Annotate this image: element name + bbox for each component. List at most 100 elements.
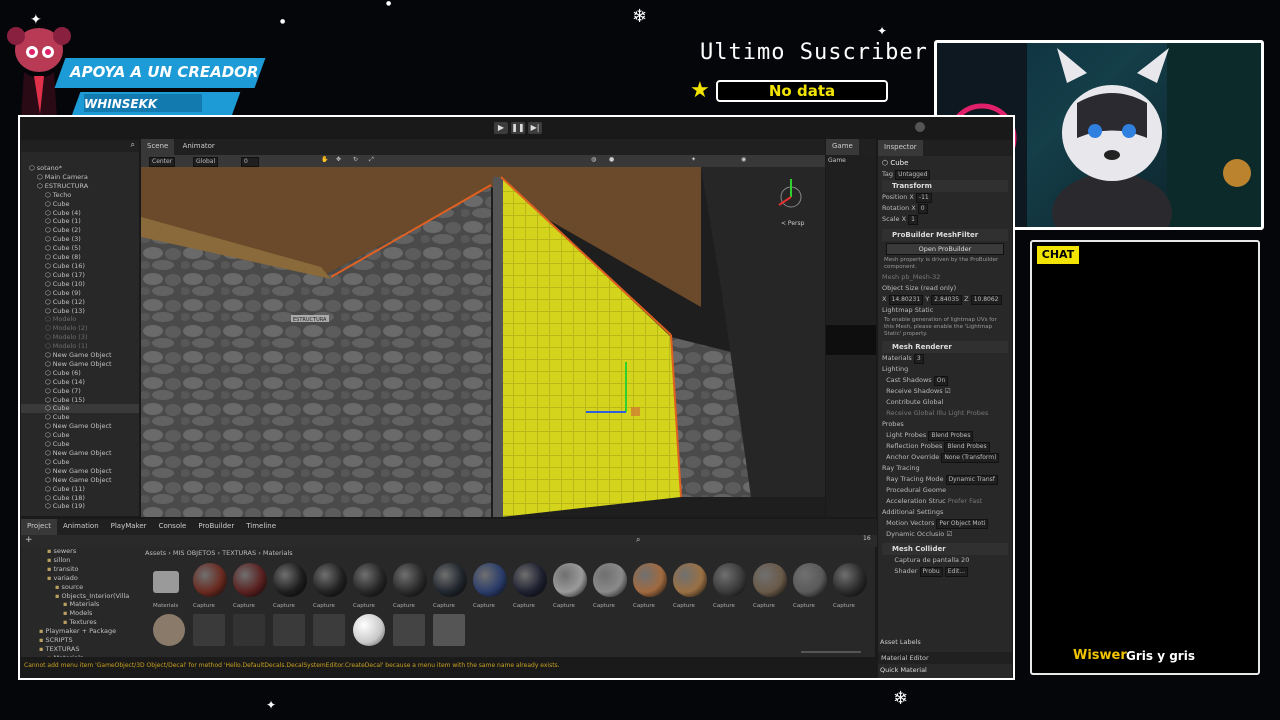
material-asset[interactable]: Capture xyxy=(391,563,429,613)
project-folder[interactable]: ▪ variado xyxy=(21,574,139,583)
tab-inspector[interactable]: Inspector xyxy=(878,140,923,156)
persp-label[interactable]: < Persp xyxy=(781,220,805,227)
transform-header[interactable]: Transform xyxy=(882,180,1008,192)
open-probuilder-button[interactable]: Open ProBuilder xyxy=(886,243,1004,255)
hierarchy-item[interactable]: ⬡ Cube (18) xyxy=(21,494,139,503)
hierarchy-item[interactable]: ⬡ Cube xyxy=(21,440,139,449)
hierarchy-item[interactable]: ⬡ Cube (3) xyxy=(21,235,139,244)
hierarchy-item[interactable]: ⬡ Cube (6) xyxy=(21,369,139,378)
checkbox-icon[interactable]: ☑ xyxy=(945,387,951,395)
status-message[interactable]: Cannot add menu item 'GameObject/3D Obje… xyxy=(24,662,560,669)
hierarchy-item[interactable]: ⬡ Cube (9) xyxy=(21,289,139,298)
hierarchy-item[interactable]: ⬡ Cube xyxy=(21,200,139,209)
hierarchy-item[interactable]: ⬡ Cube xyxy=(21,404,139,414)
material-asset[interactable]: Capture xyxy=(791,563,829,613)
meshfilter-header[interactable]: ProBuilder MeshFilter xyxy=(882,229,1008,241)
material-asset[interactable]: Capture xyxy=(831,563,869,613)
hierarchy-item[interactable]: ⬡ Cube (5) xyxy=(21,244,139,253)
step-button[interactable]: ▶| xyxy=(528,122,542,134)
project-folder[interactable]: ▪ Objects_Interior(Villa xyxy=(21,592,139,601)
material-asset[interactable]: Capture xyxy=(191,563,229,613)
hierarchy-item[interactable]: ⬡ Cube (16) xyxy=(21,262,139,271)
tab-game[interactable]: Game xyxy=(826,139,859,155)
project-folder[interactable]: ▪ Textures xyxy=(21,618,139,627)
hierarchy-item[interactable]: ⬡ Cube (17) xyxy=(21,271,139,280)
material-asset[interactable]: Capture xyxy=(711,563,749,613)
hierarchy-item[interactable]: ⬡ Cube (12) xyxy=(21,298,139,307)
tab-animator[interactable]: Animator xyxy=(177,139,221,155)
hierarchy-item[interactable]: ⬡ Main Camera xyxy=(21,173,139,182)
material-editor-tab[interactable]: Material Editor xyxy=(878,652,1012,664)
texture-asset[interactable] xyxy=(353,614,385,646)
light-probes-dropdown[interactable]: Blend Probes xyxy=(928,431,974,441)
hierarchy-item[interactable]: ⬡ New Game Object xyxy=(21,360,139,369)
move-tool-icon[interactable]: ✥ xyxy=(336,156,341,163)
ray-tracing-label[interactable]: Ray Tracing xyxy=(882,464,920,472)
ray-tracing-mode-dropdown[interactable]: Dynamic Transf xyxy=(945,475,998,485)
game-display-label[interactable]: Game xyxy=(828,157,846,164)
hierarchy-item[interactable]: ⬡ Cube (4) xyxy=(21,209,139,218)
hierarchy-item[interactable]: ⬡ Cube xyxy=(21,413,139,422)
material-asset[interactable]: Capture xyxy=(671,563,709,613)
hierarchy-item[interactable]: ⬡ Cube xyxy=(21,458,139,467)
hierarchy-item[interactable]: ⬡ New Game Object xyxy=(21,476,139,485)
search-icon[interactable]: ⌕ xyxy=(131,140,135,150)
project-folder[interactable]: ▪ TEXTURAS xyxy=(21,645,139,654)
texture-asset[interactable] xyxy=(273,614,305,646)
material-asset[interactable]: Capture xyxy=(631,563,669,613)
hierarchy-item[interactable]: ⬡ Cube (19) xyxy=(21,502,139,511)
quick-material-label[interactable]: Quick Material xyxy=(880,666,927,674)
texture-asset[interactable] xyxy=(313,614,345,646)
add-icon[interactable]: + xyxy=(25,535,33,545)
scene-viewport[interactable]: ESTRUCTURA < Persp xyxy=(141,167,825,517)
cloud-icon[interactable] xyxy=(915,122,925,132)
project-folder[interactable]: ▪ Playmaker + Package xyxy=(21,627,139,636)
rotate-tool-icon[interactable]: ↻ xyxy=(353,156,358,163)
play-button[interactable]: ▶ xyxy=(494,122,508,134)
hierarchy-item[interactable]: ⬡ sotano* xyxy=(21,164,139,173)
materials-count[interactable]: 3 xyxy=(913,354,924,364)
project-folder[interactable]: ▪ sewers xyxy=(21,547,139,556)
tab-animation[interactable]: Animation xyxy=(57,519,105,535)
probes-label[interactable]: Probes xyxy=(882,420,904,428)
project-folder[interactable]: ▪ sillon xyxy=(21,556,139,565)
materials-label[interactable]: Materials xyxy=(882,354,912,362)
hierarchy-item[interactable]: ⬡ Modelo (3) xyxy=(21,333,139,342)
mesh-collider-header[interactable]: Mesh Collider xyxy=(882,543,1008,555)
scale-tool-icon[interactable]: ⤢ xyxy=(369,156,374,164)
tab-project[interactable]: Project xyxy=(21,519,57,535)
checkbox-icon[interactable]: ☑ xyxy=(946,530,952,538)
pause-button[interactable]: ❚❚ xyxy=(511,122,525,134)
hierarchy-item[interactable]: ⬡ Cube (2) xyxy=(21,226,139,235)
texture-asset[interactable] xyxy=(233,614,265,646)
motion-vectors-dropdown[interactable]: Per Object Moti xyxy=(936,519,989,529)
grid-value[interactable]: 0 xyxy=(241,157,259,167)
reflection-probes-dropdown[interactable]: Blend Probes xyxy=(944,442,990,452)
material-asset[interactable]: Capture xyxy=(431,563,469,613)
texture-asset[interactable] xyxy=(393,614,425,646)
hierarchy-item[interactable]: ⬡ Cube xyxy=(21,431,139,440)
folder-asset[interactable]: Materials xyxy=(151,563,189,613)
hierarchy-item[interactable]: ⬡ Modelo (2) xyxy=(21,324,139,333)
hierarchy-item[interactable]: ⬡ Cube (11) xyxy=(21,485,139,494)
material-asset[interactable]: Capture xyxy=(311,563,349,613)
hierarchy-item[interactable]: ⬡ Cube (14) xyxy=(21,378,139,387)
tab-timeline[interactable]: Timeline xyxy=(240,519,282,535)
search-icon[interactable]: ⌕ xyxy=(636,535,640,545)
tag-dropdown[interactable]: Untagged xyxy=(895,170,931,180)
hierarchy-item[interactable]: ⬡ Cube (1) xyxy=(21,217,139,226)
hierarchy-item[interactable]: ⬡ Modelo xyxy=(21,315,139,324)
hierarchy-item[interactable]: ⬡ New Game Object xyxy=(21,467,139,476)
gizmos-icon[interactable]: ◉ xyxy=(741,156,746,163)
hierarchy-item[interactable]: ⬡ ESTRUCTURA xyxy=(21,182,139,191)
material-asset[interactable]: Capture xyxy=(271,563,309,613)
rotation-x-field[interactable]: 0 xyxy=(917,204,928,214)
hierarchy-item[interactable]: ⬡ Cube (10) xyxy=(21,280,139,289)
cast-shadows-dropdown[interactable]: On xyxy=(933,376,949,386)
zoom-slider[interactable] xyxy=(801,651,861,653)
project-folder[interactable]: ▪ transito xyxy=(21,565,139,574)
tab-scene[interactable]: Scene xyxy=(141,139,175,155)
asset-labels[interactable]: Asset Labels xyxy=(880,638,921,646)
material-asset[interactable]: Capture xyxy=(551,563,589,613)
hierarchy-item[interactable]: ⬡ Cube (15) xyxy=(21,396,139,405)
